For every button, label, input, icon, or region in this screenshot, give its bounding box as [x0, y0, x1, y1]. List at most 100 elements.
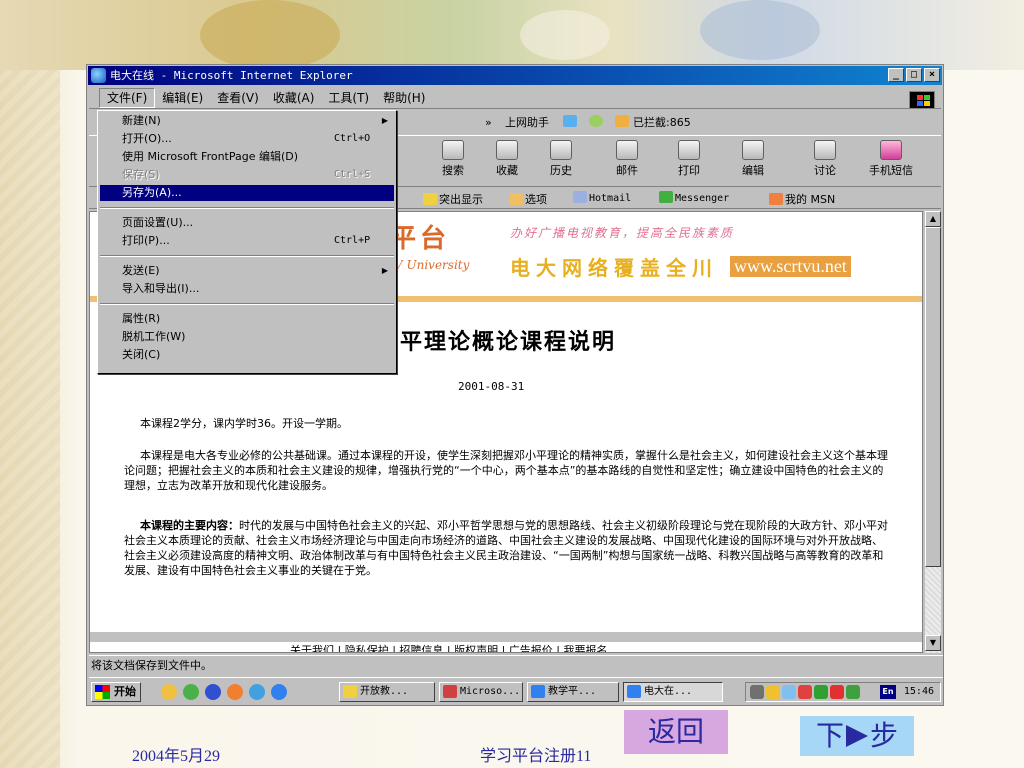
checkbox-icon[interactable]: [563, 115, 577, 127]
footer-links[interactable]: 关于我们 | 隐私保护 | 招聘信息 | 版权声明 | 广告报价 | 我要报名: [290, 642, 608, 652]
start-button[interactable]: 开始: [91, 682, 141, 702]
paragraph-content: 本课程的主要内容：时代的发展与中国特色社会主义的兴起、邓小平哲学思想与党的思想路…: [124, 518, 890, 578]
window-title: 电大在线 - Microsoft Internet Explorer: [110, 69, 353, 82]
menu-open[interactable]: 打开(O)... Ctrl+O: [100, 131, 394, 147]
options-button[interactable]: 选项: [509, 191, 547, 207]
messenger-icon: [659, 191, 673, 203]
task-button[interactable]: 教学平...: [527, 682, 619, 702]
sms-button[interactable]: 手机短信: [859, 140, 923, 178]
paragraph-credits: 本课程2学分，课内学时36。开设一学期。: [140, 417, 348, 430]
quicklaunch-icon[interactable]: [205, 684, 221, 700]
menu-send[interactable]: 发送(E) ▶: [100, 263, 394, 279]
windows-logo-icon: [909, 91, 935, 109]
discuss-icon: [814, 140, 836, 160]
tray-icon[interactable]: [814, 685, 828, 699]
menu-close[interactable]: 关闭(C): [100, 347, 394, 363]
file-menu-dropdown: 新建(N) ▶ 打开(O)... Ctrl+O 使用 Microsoft Front…: [97, 110, 397, 374]
scroll-up-button[interactable]: ▲: [925, 211, 941, 227]
messenger-tray-icon[interactable]: [846, 685, 860, 699]
back-button[interactable]: 返回: [624, 710, 728, 754]
menu-edit-frontpage[interactable]: 使用 Microsoft FrontPage 编辑(D): [100, 149, 394, 165]
history-icon: [550, 140, 572, 160]
minimize-button[interactable]: _: [888, 68, 904, 82]
taskbar: 开始 开放教... Microso... 教学平... 电大在... En 15…: [89, 677, 943, 705]
slide-footer-title: 学习平台注册11: [480, 748, 592, 765]
horizontal-divider: [90, 632, 922, 642]
search-icon: [442, 140, 464, 160]
banner-headline: 电大网络覆盖全川: [510, 256, 718, 280]
tray-icon[interactable]: [830, 685, 844, 699]
banner-slogan: 办好广播电视教育，提高全民族素质: [510, 226, 735, 240]
system-tray: En 15:46: [745, 682, 941, 702]
task-button-active[interactable]: 电大在...: [623, 682, 723, 702]
vertical-scrollbar[interactable]: ▲ ▼: [925, 211, 941, 653]
mail-icon: [616, 140, 638, 160]
clock: 15:46: [903, 686, 934, 697]
menu-new[interactable]: 新建(N) ▶: [100, 113, 394, 129]
edit-button[interactable]: 编辑: [727, 140, 779, 178]
slide-top-decoration: [0, 0, 1024, 70]
menu-separator: [100, 303, 394, 305]
hotmail-link[interactable]: Hotmail: [573, 191, 631, 204]
ie-icon: [627, 685, 641, 698]
task-button[interactable]: Microso...: [439, 682, 523, 702]
antivirus-icon[interactable]: [798, 685, 812, 699]
menu-favorites[interactable]: 收藏(A): [266, 89, 322, 107]
quicklaunch-icon[interactable]: [249, 684, 265, 700]
network-icon[interactable]: [750, 685, 764, 699]
slide-date: 2004年5月29: [132, 748, 221, 765]
messenger-link[interactable]: Messenger: [659, 191, 729, 204]
close-button[interactable]: ×: [924, 68, 940, 82]
menu-separator: [100, 207, 394, 209]
msn-icon: [769, 193, 783, 205]
blocked-count: 已拦截:865: [633, 116, 691, 129]
menu-properties[interactable]: 属性(R): [100, 311, 394, 327]
scroll-down-button[interactable]: ▼: [925, 635, 941, 651]
tray-icon[interactable]: [782, 685, 796, 699]
toolbar-chevron[interactable]: »: [485, 116, 492, 129]
ie-quicklaunch-icon[interactable]: [271, 684, 287, 700]
scroll-thumb[interactable]: [925, 227, 941, 567]
menu-print[interactable]: 打印(P)... Ctrl+P: [100, 233, 394, 249]
options-icon: [509, 193, 523, 205]
banner-title: 平台: [390, 224, 451, 254]
assistant-label[interactable]: 上网助手: [505, 114, 549, 130]
task-button[interactable]: 开放教...: [339, 682, 435, 702]
eraser-icon[interactable]: [589, 115, 603, 127]
menu-work-offline[interactable]: 脱机工作(W): [100, 329, 394, 345]
volume-icon[interactable]: [766, 685, 780, 699]
printer-icon: [678, 140, 700, 160]
quicklaunch-icon[interactable]: [161, 684, 177, 700]
highlight-button[interactable]: 突出显示: [423, 191, 483, 207]
banner-subtitle: TV University: [386, 258, 470, 272]
history-button[interactable]: 历史: [535, 140, 587, 178]
sms-icon: [880, 140, 902, 160]
language-indicator[interactable]: En: [880, 685, 896, 699]
next-step-button[interactable]: 下步: [800, 716, 914, 756]
paragraph-intro: 本课程是电大各专业必修的公共基础课。通过本课程的开设，使学生深刻把握邓小平理论的…: [124, 449, 888, 492]
menu-import-export[interactable]: 导入和导出(I)...: [100, 281, 394, 297]
my-msn-link[interactable]: 我的 MSN: [769, 191, 835, 207]
menu-save-as[interactable]: 另存为(A)...: [100, 185, 394, 201]
menu-view[interactable]: 查看(V): [210, 89, 266, 107]
banner-url[interactable]: www.scrtvu.net: [730, 256, 851, 277]
favorites-button[interactable]: 收藏: [481, 140, 533, 178]
popup-blocker-icon: [615, 115, 629, 127]
menu-tools[interactable]: 工具(T): [321, 89, 376, 107]
mail-button[interactable]: 邮件: [601, 140, 653, 178]
menu-help[interactable]: 帮助(H): [376, 89, 432, 107]
menu-separator: [100, 255, 394, 257]
menu-page-setup[interactable]: 页面设置(U)...: [100, 215, 394, 231]
discuss-button[interactable]: 讨论: [799, 140, 851, 178]
maximize-button[interactable]: □: [906, 68, 922, 82]
quicklaunch-icon[interactable]: [183, 684, 199, 700]
print-button[interactable]: 打印: [663, 140, 715, 178]
menu-bar: 文件(F) 编辑(E) 查看(V) 收藏(A) 工具(T) 帮助(H): [89, 87, 941, 109]
favorites-icon: [496, 140, 518, 160]
title-bar[interactable]: 电大在线 - Microsoft Internet Explorer _ □ ×: [88, 66, 942, 85]
search-button[interactable]: 搜索: [427, 140, 479, 178]
quicklaunch-icon[interactable]: [227, 684, 243, 700]
menu-edit[interactable]: 编辑(E): [155, 89, 210, 107]
publish-date: 2001-08-31: [458, 380, 525, 393]
menu-file[interactable]: 文件(F): [99, 87, 156, 108]
